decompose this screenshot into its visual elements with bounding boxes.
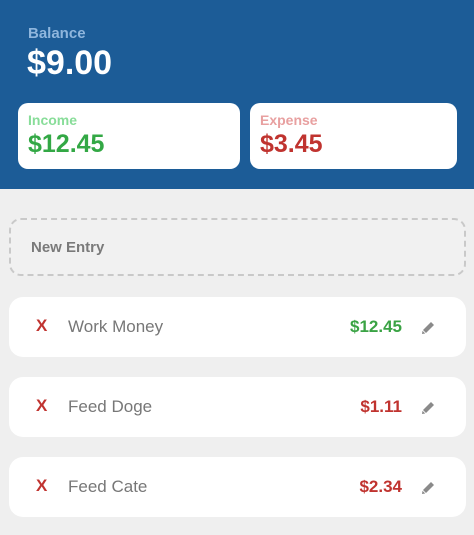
pencil-icon[interactable]: [419, 477, 439, 497]
entry-name: Feed Cate: [68, 477, 148, 496]
income-value: $12.45: [28, 130, 105, 158]
entry-name: Feed Doge: [68, 397, 153, 416]
income-card: Income $12.45: [18, 103, 240, 169]
entry-name: Work Money: [68, 317, 164, 336]
list-item: X Feed Cate $2.34: [9, 457, 466, 517]
expense-label: Expense: [260, 112, 318, 128]
pencil-icon[interactable]: [419, 317, 439, 337]
pencil-icon[interactable]: [419, 397, 439, 417]
delete-button[interactable]: X: [36, 396, 47, 416]
income-label: Income: [28, 112, 78, 128]
delete-button[interactable]: X: [36, 476, 47, 496]
delete-button[interactable]: X: [36, 316, 47, 336]
balance-value: $9.00: [27, 44, 113, 82]
list-item: X Work Money $12.45: [9, 297, 466, 357]
expense-value: $3.45: [260, 130, 323, 158]
entry-amount: $12.45: [350, 317, 402, 336]
new-entry-button[interactable]: New Entry: [9, 218, 466, 276]
new-entry-label: New Entry: [31, 239, 105, 256]
entry-amount: $1.11: [360, 397, 402, 416]
balance-label: Balance: [28, 25, 86, 42]
balance-header: Balance $9.00 Income $12.45 Expense $3.4…: [0, 0, 474, 189]
entry-amount: $2.34: [359, 477, 402, 496]
list-item: X Feed Doge $1.11: [9, 377, 466, 437]
expense-card: Expense $3.45: [250, 103, 457, 169]
